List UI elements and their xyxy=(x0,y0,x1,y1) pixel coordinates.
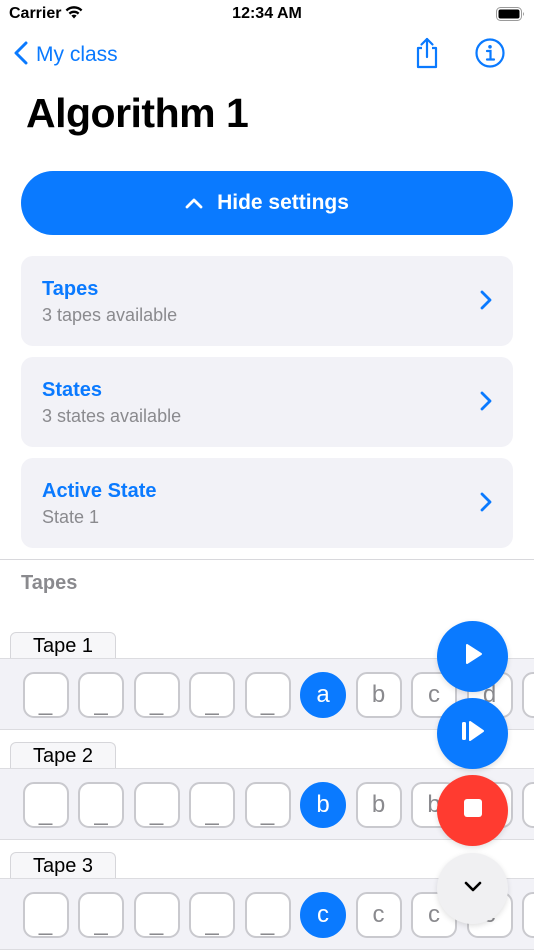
tape-cell[interactable]: _ xyxy=(244,672,291,718)
info-icon xyxy=(474,37,506,74)
card-subtitle: State 1 xyxy=(42,507,100,527)
tape-cell[interactable]: _ xyxy=(78,892,124,938)
tape-head-cell[interactable]: a xyxy=(300,672,346,718)
page-title: Algorithm 1 xyxy=(26,90,249,136)
active-state-setting-card[interactable]: Active State State 1 xyxy=(21,458,513,548)
tape-cell[interactable]: _ xyxy=(133,892,180,938)
tape-cell[interactable]: _ xyxy=(133,782,180,828)
card-subtitle: 3 states available xyxy=(42,406,182,426)
tape-cell[interactable]: _ xyxy=(22,892,69,938)
tape-cell[interactable]: _ xyxy=(133,672,180,718)
tape-cell[interactable]: _ xyxy=(244,892,291,938)
step-button[interactable] xyxy=(437,698,508,769)
stop-icon xyxy=(463,799,482,822)
share-button[interactable] xyxy=(411,36,443,75)
clock: 12:34 AM xyxy=(232,5,302,22)
tape-label: Tape 3 xyxy=(10,852,117,880)
card-title: States xyxy=(42,379,103,401)
tape-cell[interactable]: _ xyxy=(244,782,291,828)
states-setting-card[interactable]: States 3 states available xyxy=(21,357,513,447)
tape-cell[interactable] xyxy=(522,782,534,828)
stop-button[interactable] xyxy=(437,775,508,846)
tape-cell[interactable] xyxy=(522,672,534,718)
hide-settings-label: Hide settings xyxy=(217,191,349,214)
card-subtitle: 3 tapes available xyxy=(42,305,178,325)
chevron-down-icon xyxy=(464,880,482,898)
card-title: Tapes xyxy=(42,278,99,300)
tape-cell[interactable]: _ xyxy=(78,672,124,718)
tape-cell[interactable]: b xyxy=(355,672,402,718)
tape-label: Tape 1 xyxy=(10,632,117,660)
battery-icon xyxy=(496,6,526,27)
tape-cell[interactable]: _ xyxy=(189,672,235,718)
info-button[interactable] xyxy=(474,37,506,74)
tape-head-cell[interactable]: b xyxy=(300,782,346,828)
hide-settings-button[interactable]: Hide settings xyxy=(21,171,513,235)
section-divider xyxy=(0,559,534,560)
chevron-right-icon xyxy=(480,492,492,517)
tape-cell[interactable]: _ xyxy=(22,782,69,828)
tape-cell[interactable]: _ xyxy=(189,782,235,828)
step-forward-icon xyxy=(460,720,486,747)
share-icon xyxy=(413,36,441,75)
back-label: My class xyxy=(36,43,118,66)
tapes-section-title: Tapes xyxy=(21,572,78,594)
tapes-setting-card[interactable]: Tapes 3 tapes available xyxy=(21,256,513,346)
play-icon xyxy=(462,643,484,670)
chevron-left-icon xyxy=(14,41,28,70)
tape-head-cell[interactable]: c xyxy=(300,892,346,938)
card-title: Active State xyxy=(42,480,157,502)
tape-cell[interactable]: c xyxy=(355,892,402,938)
tape-cell[interactable]: _ xyxy=(22,672,69,718)
tape-cell[interactable]: _ xyxy=(78,782,124,828)
tape-cell[interactable] xyxy=(522,892,534,938)
chevron-up-icon xyxy=(185,191,217,215)
play-button[interactable] xyxy=(437,621,508,692)
tape-label: Tape 2 xyxy=(10,742,117,770)
chevron-right-icon xyxy=(480,391,492,416)
back-button[interactable]: My class xyxy=(14,40,118,70)
chevron-right-icon xyxy=(480,290,492,315)
collapse-button[interactable] xyxy=(437,853,508,924)
tape-cell[interactable]: _ xyxy=(189,892,235,938)
tape-cell[interactable]: b xyxy=(355,782,402,828)
status-bar: Carrier 12:34 AM xyxy=(0,0,534,30)
